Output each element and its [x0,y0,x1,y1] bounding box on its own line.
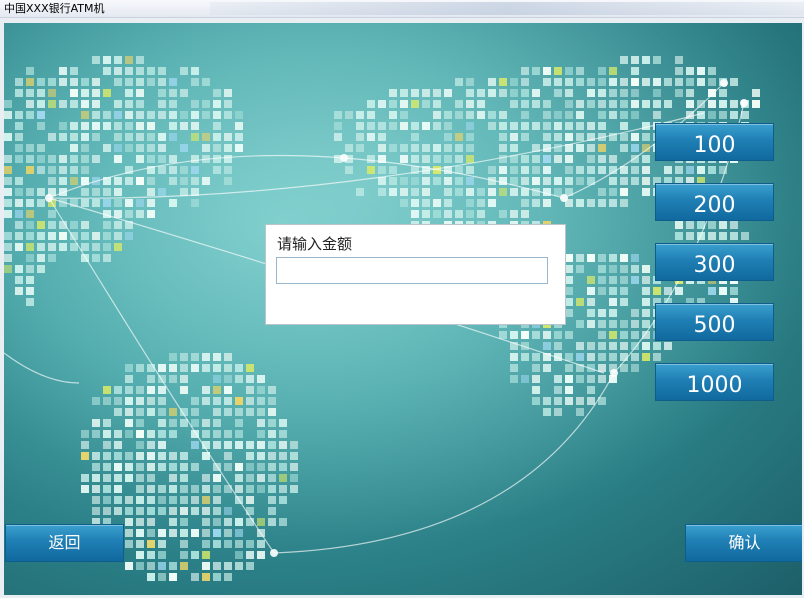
window-title: 中国XXX银行ATM机 [4,2,105,15]
titlebar-background-strip [210,2,804,15]
confirm-button[interactable]: 确认 [685,524,802,562]
amount-button-100[interactable]: 100 [655,123,774,161]
window-titlebar: 中国XXX银行ATM机 [0,0,804,18]
back-button[interactable]: 返回 [5,524,124,562]
amount-button-200[interactable]: 200 [655,183,774,221]
amount-prompt: 请输入金额 [277,235,353,253]
amount-button-500[interactable]: 500 [655,303,774,341]
atm-window: 请输入金额 100 200 300 500 1000 返回 确认 [0,18,804,598]
amount-button-1000[interactable]: 1000 [655,363,774,401]
amount-input[interactable] [276,257,548,284]
amount-dialog: 请输入金额 [265,224,566,325]
atm-screen: 请输入金额 100 200 300 500 1000 返回 确认 [4,23,802,595]
amount-button-300[interactable]: 300 [655,243,774,281]
